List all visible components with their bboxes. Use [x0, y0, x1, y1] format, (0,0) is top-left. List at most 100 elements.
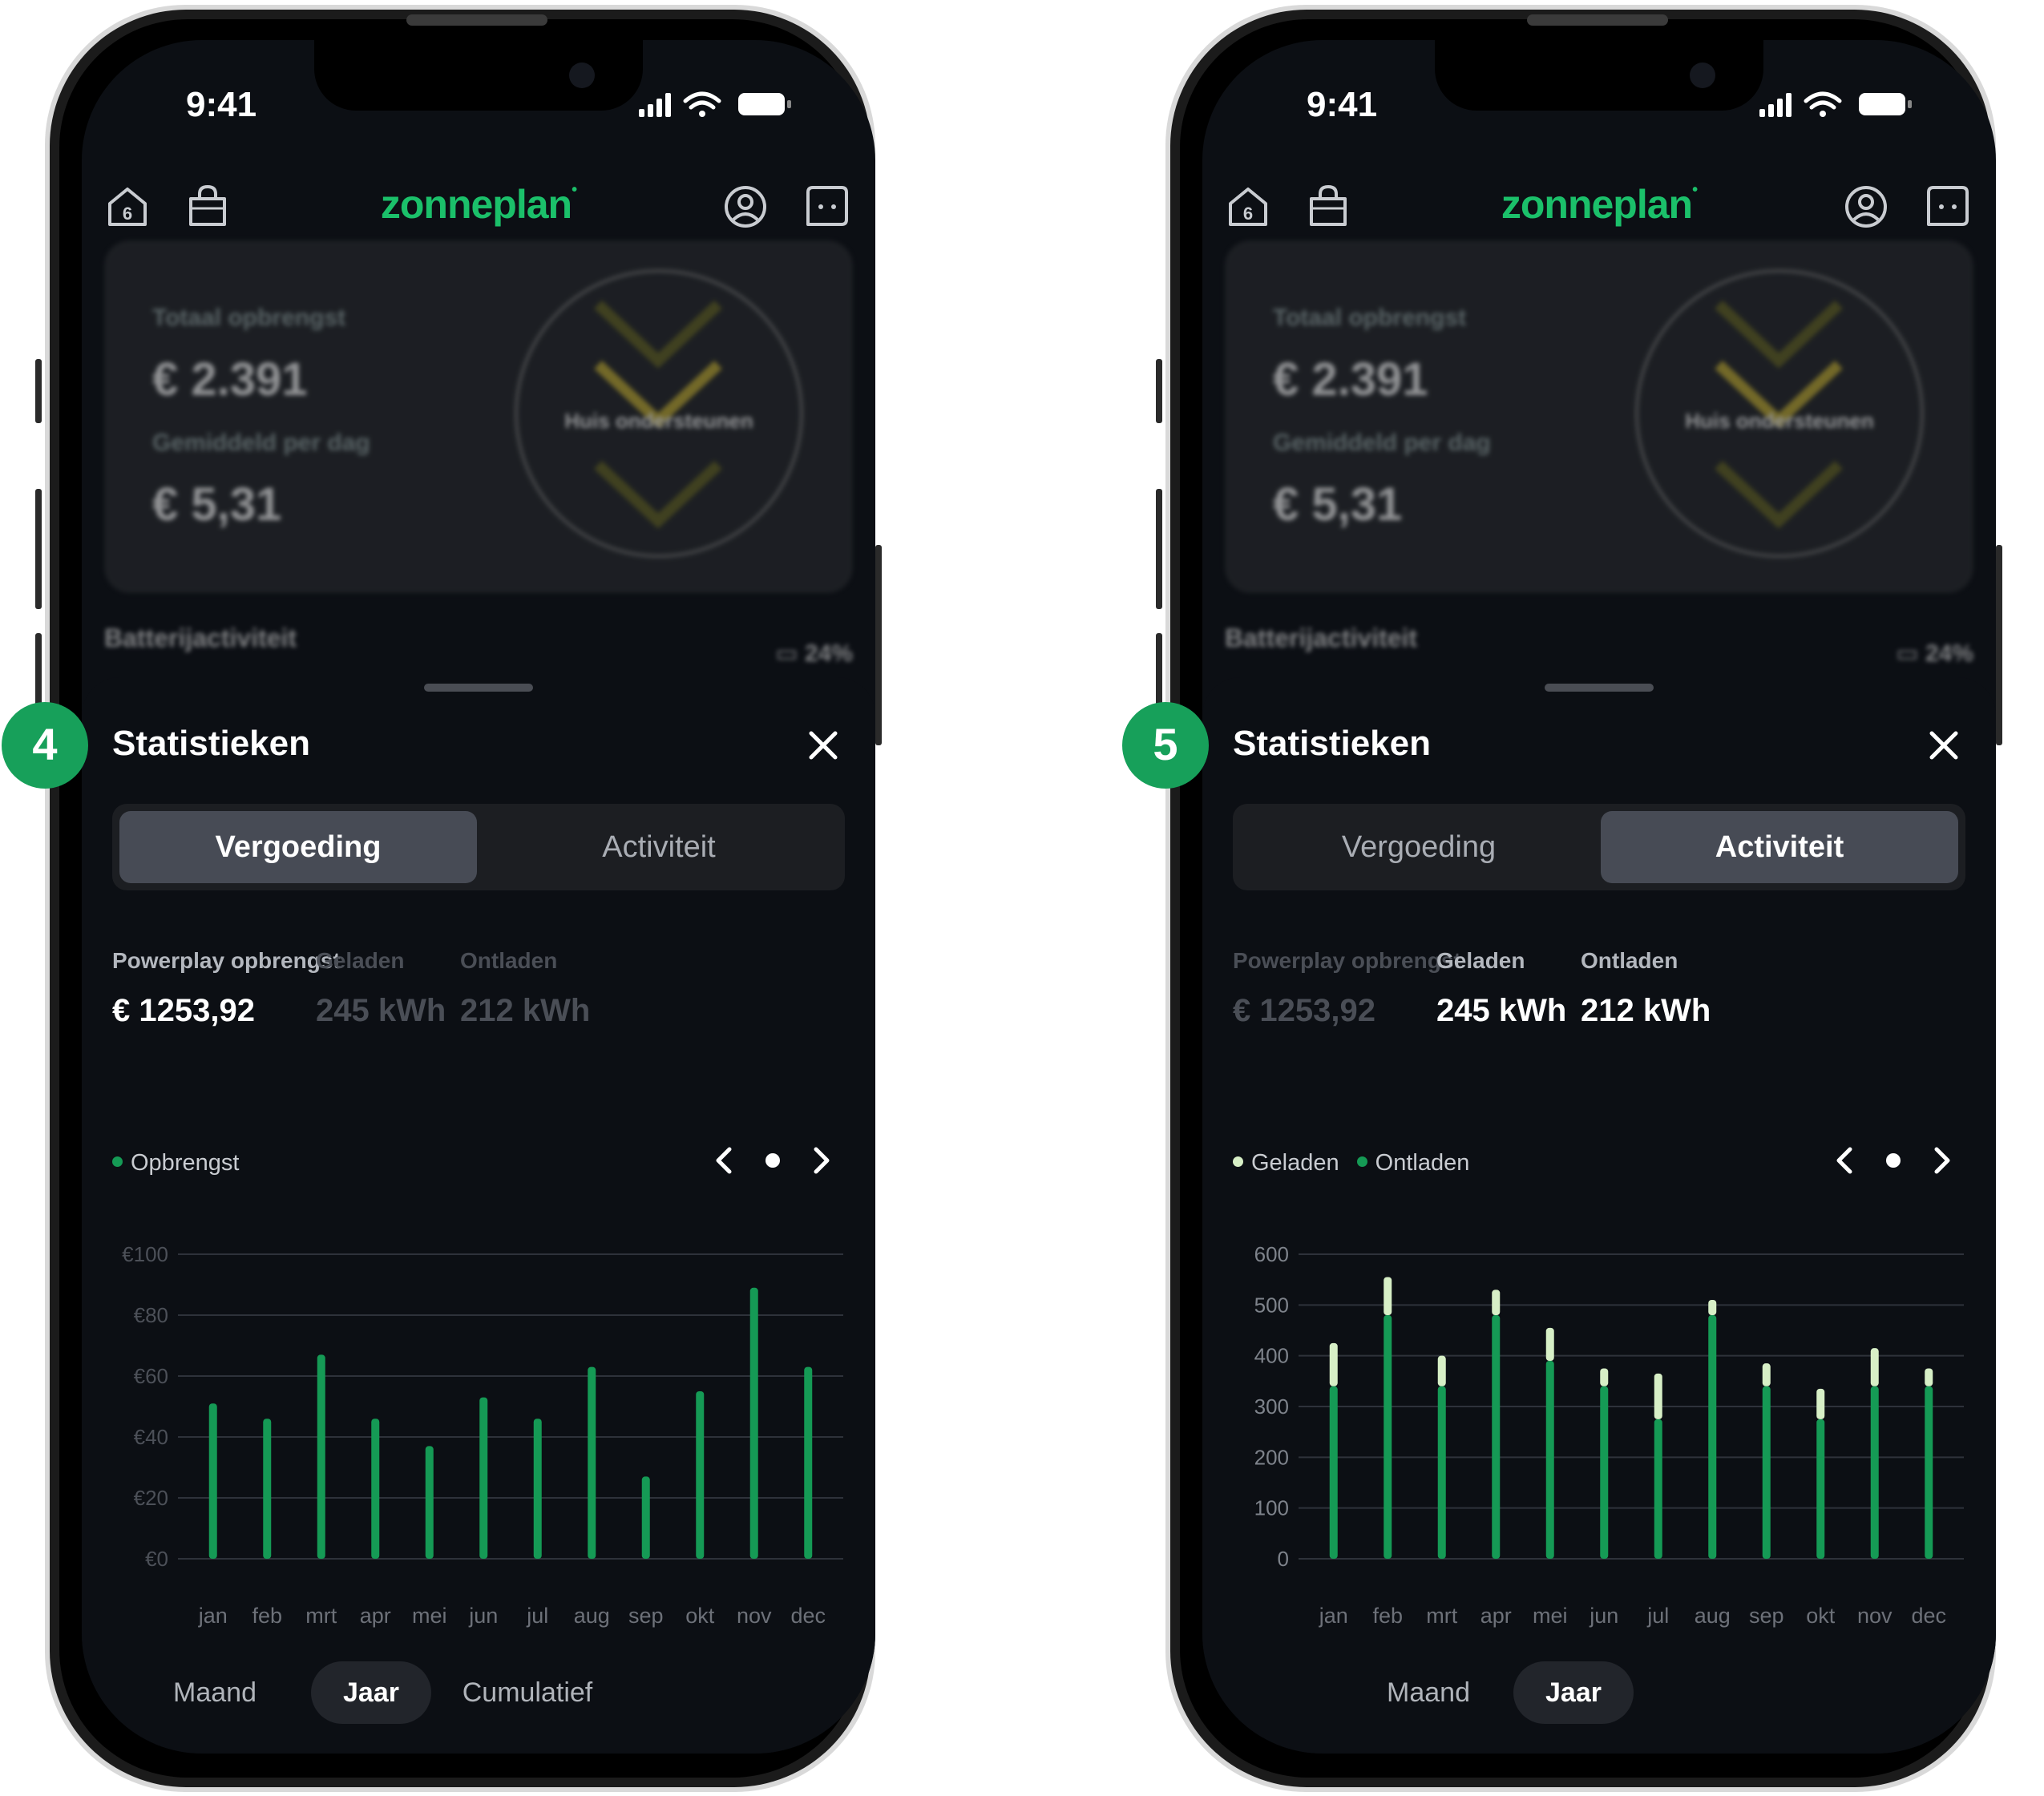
- sheet-handle[interactable]: [424, 684, 533, 692]
- stat-0: Powerplay opbrengst € 1253,92: [1233, 948, 1461, 1029]
- step-badge: 4: [2, 702, 88, 789]
- bar-geladen-mrt[interactable]: [1437, 1355, 1446, 1386]
- stat-value: € 1253,92: [112, 993, 255, 1028]
- y-tick-label: €20: [134, 1486, 168, 1510]
- chevron-down-icon: [1715, 460, 1843, 529]
- tab-switch: Vergoeding Activiteit: [112, 804, 845, 890]
- bar-opbrengst-mei[interactable]: [425, 1446, 434, 1559]
- bar-opbrengst-apr[interactable]: [371, 1419, 380, 1559]
- bar-ontladen-mei[interactable]: [1545, 1361, 1554, 1559]
- sheet-title: Statistieken: [112, 724, 310, 763]
- bar-geladen-sep[interactable]: [1762, 1363, 1771, 1386]
- chevron-left-icon[interactable]: [1836, 1147, 1852, 1174]
- page-dot: [765, 1153, 780, 1168]
- stat-1: Geladen 245 kWh: [1436, 948, 1566, 1029]
- bar-opbrengst-feb[interactable]: [263, 1419, 272, 1559]
- bar-opbrengst-jan[interactable]: [208, 1403, 217, 1559]
- account-icon[interactable]: [1844, 184, 1888, 229]
- bar-geladen-jul[interactable]: [1654, 1373, 1662, 1419]
- bar-ontladen-dec[interactable]: [1925, 1386, 1933, 1559]
- chevron-down-icon: [594, 460, 722, 529]
- x-tick-label: jan: [198, 1604, 228, 1628]
- y-tick-label: €100: [122, 1242, 168, 1266]
- x-tick-label: feb: [1372, 1604, 1403, 1628]
- close-icon[interactable]: [1929, 730, 1959, 761]
- bar-ontladen-mrt[interactable]: [1437, 1386, 1446, 1559]
- period-maand[interactable]: Maand: [159, 1661, 271, 1724]
- y-tick-label: 400: [1254, 1344, 1289, 1368]
- x-tick-label: sep: [628, 1604, 664, 1628]
- camera-icon: [1690, 63, 1715, 88]
- chat-icon[interactable]: [1925, 184, 1970, 229]
- bar-geladen-nov[interactable]: [1870, 1348, 1879, 1386]
- bar-opbrengst-dec[interactable]: [804, 1366, 813, 1559]
- chart-legend: Opbrengst: [112, 1150, 257, 1176]
- status-icons: [1759, 91, 1912, 117]
- status-time: 9:41: [1307, 85, 1378, 124]
- tab-vergoeding[interactable]: Vergoeding: [1240, 811, 1598, 883]
- bar-ontladen-sep[interactable]: [1762, 1386, 1771, 1559]
- bar-ontladen-jun[interactable]: [1600, 1386, 1609, 1559]
- y-tick-label: 500: [1254, 1293, 1289, 1317]
- close-icon[interactable]: [808, 730, 838, 761]
- app-screen: 9:41 6 zonneplan• Totaal opbrengst € 2.3…: [1202, 40, 1996, 1754]
- stat-label: Ontladen: [1581, 948, 1678, 973]
- period-cumulatief[interactable]: Cumulatief: [434, 1661, 620, 1724]
- tab-vergoeding[interactable]: Vergoeding: [119, 811, 477, 883]
- battery-percent: ▭ 24%: [1896, 640, 1973, 667]
- chevron-right-icon[interactable]: [1934, 1147, 1950, 1174]
- bar-geladen-apr[interactable]: [1492, 1289, 1501, 1315]
- bar-ontladen-okt[interactable]: [1816, 1419, 1825, 1559]
- chat-icon[interactable]: [805, 184, 850, 229]
- x-tick-label: apr: [1480, 1604, 1512, 1628]
- bar-opbrengst-mrt[interactable]: [317, 1354, 325, 1559]
- mode-circle: Huis ondersteunen: [1635, 269, 1924, 558]
- bar-geladen-okt[interactable]: [1816, 1388, 1825, 1419]
- period-maand[interactable]: Maand: [1371, 1661, 1486, 1724]
- bar-opbrengst-jun[interactable]: [479, 1397, 488, 1559]
- x-tick-label: mrt: [1426, 1604, 1457, 1628]
- stat-value: € 1253,92: [1233, 993, 1375, 1028]
- avg-value: € 5,31: [152, 478, 282, 531]
- total-value: € 2.391: [152, 353, 308, 406]
- stat-label: Powerplay opbrengst: [1233, 948, 1461, 973]
- bar-opbrengst-okt[interactable]: [696, 1391, 705, 1559]
- bar-geladen-aug[interactable]: [1708, 1300, 1717, 1315]
- total-label: Totaal opbrengst: [1273, 305, 1467, 331]
- total-label: Totaal opbrengst: [152, 305, 346, 331]
- bar-geladen-feb[interactable]: [1384, 1277, 1392, 1316]
- bar-geladen-jan[interactable]: [1329, 1342, 1338, 1386]
- period-jaar[interactable]: Jaar: [1513, 1661, 1634, 1724]
- chevron-left-icon[interactable]: [716, 1147, 732, 1174]
- period-jaar[interactable]: Jaar: [311, 1661, 431, 1724]
- bar-opbrengst-sep[interactable]: [641, 1476, 650, 1559]
- bar-geladen-jun[interactable]: [1600, 1368, 1609, 1386]
- bar-opbrengst-jul[interactable]: [533, 1419, 542, 1559]
- x-tick-label: nov: [1857, 1604, 1893, 1628]
- x-tick-label: jan: [1319, 1604, 1348, 1628]
- chevron-right-icon[interactable]: [814, 1147, 830, 1174]
- battery-percent: ▭ 24%: [775, 640, 853, 667]
- sheet-handle[interactable]: [1545, 684, 1654, 692]
- tab-activiteit[interactable]: Activiteit: [480, 811, 838, 883]
- tab-activiteit[interactable]: Activiteit: [1601, 811, 1958, 883]
- bar-geladen-mei[interactable]: [1545, 1327, 1554, 1361]
- period-selector: Maand Jaar: [1202, 1661, 1996, 1725]
- x-tick-label: okt: [1806, 1604, 1836, 1628]
- bar-ontladen-jul[interactable]: [1654, 1419, 1662, 1559]
- bar-ontladen-aug[interactable]: [1708, 1315, 1717, 1559]
- legend-item: Geladen: [1233, 1150, 1339, 1176]
- account-icon[interactable]: [723, 184, 768, 229]
- stat-1: Geladen 245 kWh: [316, 948, 446, 1029]
- stat-label: Geladen: [316, 948, 405, 973]
- bar-opbrengst-aug[interactable]: [588, 1366, 596, 1559]
- bar-ontladen-apr[interactable]: [1492, 1315, 1501, 1559]
- bar-geladen-dec[interactable]: [1925, 1368, 1933, 1386]
- bar-ontladen-feb[interactable]: [1384, 1315, 1392, 1559]
- y-tick-label: €40: [134, 1425, 168, 1449]
- bar-ontladen-nov[interactable]: [1870, 1386, 1879, 1559]
- x-tick-label: okt: [685, 1604, 715, 1628]
- bar-ontladen-jan[interactable]: [1329, 1386, 1338, 1559]
- bar-opbrengst-nov[interactable]: [749, 1287, 758, 1559]
- status-icons: [639, 91, 791, 117]
